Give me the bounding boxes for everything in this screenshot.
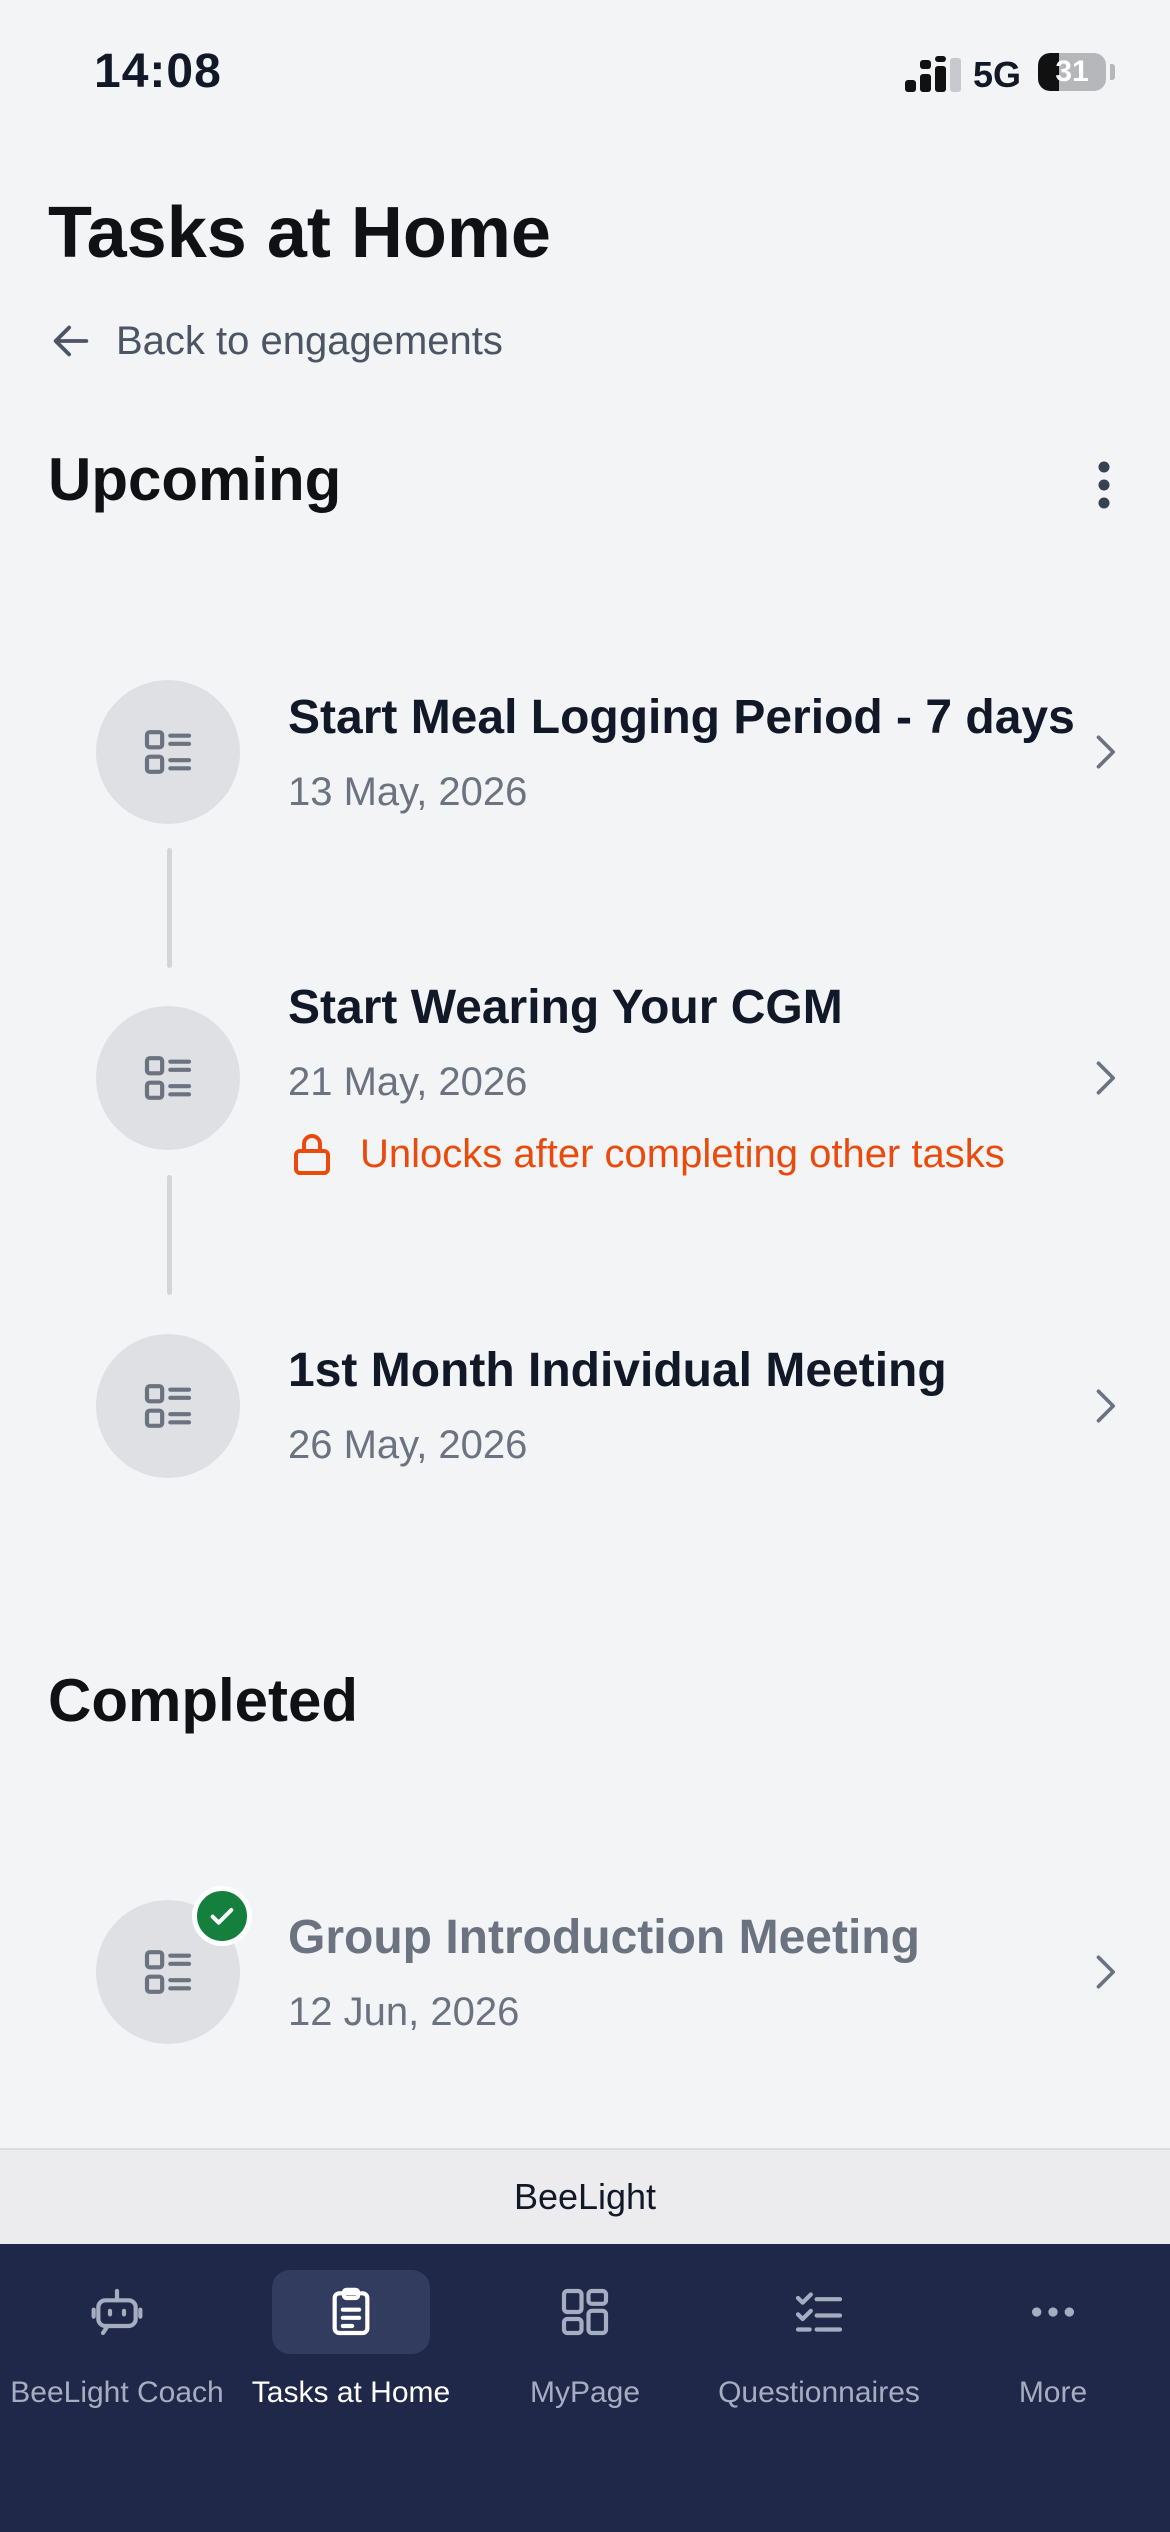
timeline-connector (167, 1175, 172, 1295)
check-icon (210, 1908, 234, 1925)
tab-beelight-coach[interactable]: BeeLight Coach (0, 2270, 234, 2460)
status-bar: 14:08 5G 31 (0, 0, 1170, 150)
tab-icon-wrap (38, 2270, 196, 2354)
tab-mypage[interactable]: MyPage (468, 2270, 702, 2460)
tab-icon-wrap (506, 2270, 664, 2354)
tab-icon-wrap (974, 2270, 1132, 2354)
tab-label: More (1018, 2376, 1088, 2409)
tab-icon-wrap (272, 2270, 430, 2354)
status-time: 14:08 (94, 45, 222, 98)
chevron-right-icon (1096, 1389, 1115, 1423)
list-icon (144, 1384, 192, 1428)
checklist-icon (795, 2292, 843, 2332)
task-item-wear-cgm[interactable]: Start Wearing Your CGM 21 May, 2026 Unlo… (0, 980, 1170, 1180)
network-type: 5G (973, 54, 1022, 95)
task-title: Start Wearing Your CGM (288, 981, 843, 1034)
tab-more[interactable]: More (936, 2270, 1170, 2460)
robot-icon (91, 2288, 143, 2336)
task-icon (96, 1006, 240, 1150)
page-title: Tasks at Home (48, 193, 551, 273)
list-icon (144, 730, 192, 774)
task-date: 26 May, 2026 (288, 1423, 528, 1467)
task-item-individual-meeting[interactable]: 1st Month Individual Meeting 26 May, 202… (0, 1313, 1170, 1493)
timeline-connector (167, 848, 172, 968)
more-options-button[interactable] (1080, 455, 1128, 515)
battery-icon: 31 (1038, 53, 1106, 91)
chevron-right-icon (1096, 1955, 1115, 1989)
lock-icon (294, 1134, 330, 1175)
tab-tasks-at-home[interactable]: Tasks at Home (234, 2270, 468, 2460)
list-icon (144, 1056, 192, 1100)
app-name: BeeLight (513, 2176, 657, 2217)
task-item-group-introduction[interactable]: Group Introduction Meeting 12 Jun, 2026 (0, 1880, 1170, 2060)
grid-icon (561, 2288, 609, 2336)
completed-section-title: Completed (48, 1667, 359, 1734)
back-to-engagements-link[interactable]: Back to engagements (48, 318, 503, 364)
task-icon (96, 1334, 240, 1478)
tab-icon-wrap (740, 2270, 898, 2354)
upcoming-section-title: Upcoming (48, 446, 342, 513)
tab-label: Tasks at Home (251, 2376, 451, 2409)
signal-strength-icon (905, 56, 961, 92)
task-title: Start Meal Logging Period - 7 days (288, 691, 1075, 744)
arrow-left-icon (53, 325, 89, 357)
list-icon (144, 1950, 192, 1994)
task-title: Group Introduction Meeting (288, 1911, 920, 1964)
completed-check-badge (192, 1886, 252, 1946)
lock-note-text: Unlocks after completing other tasks (360, 1131, 1005, 1176)
clipboard-icon (332, 2287, 370, 2336)
chevron-right-icon (1096, 1061, 1115, 1095)
task-date: 12 Jun, 2026 (288, 1990, 520, 2034)
bottom-tab-bar: BeeLight Coach Tasks at Home MyPage Ques… (0, 2244, 1170, 2532)
task-date: 21 May, 2026 (288, 1060, 528, 1104)
back-link-label: Back to engagements (116, 318, 503, 363)
battery-level: 31 (1055, 55, 1089, 88)
tab-label: Questionnaires (718, 2376, 920, 2409)
kebab-menu-icon (1098, 461, 1110, 509)
chevron-right-icon (1096, 735, 1115, 769)
battery-tip (1110, 64, 1115, 80)
more-dots-icon (1032, 2307, 1074, 2317)
task-item-meal-logging[interactable]: Start Meal Logging Period - 7 days 13 Ma… (0, 660, 1170, 840)
task-date: 13 May, 2026 (288, 770, 528, 814)
task-title: 1st Month Individual Meeting (288, 1344, 947, 1397)
tab-label: MyPage (529, 2376, 641, 2409)
tab-label: BeeLight Coach (10, 2376, 224, 2409)
app-footer: BeeLight (0, 2148, 1170, 2244)
task-icon (96, 680, 240, 824)
tab-questionnaires[interactable]: Questionnaires (702, 2270, 936, 2460)
task-lock-note: Unlocks after completing other tasks (288, 1130, 1005, 1178)
